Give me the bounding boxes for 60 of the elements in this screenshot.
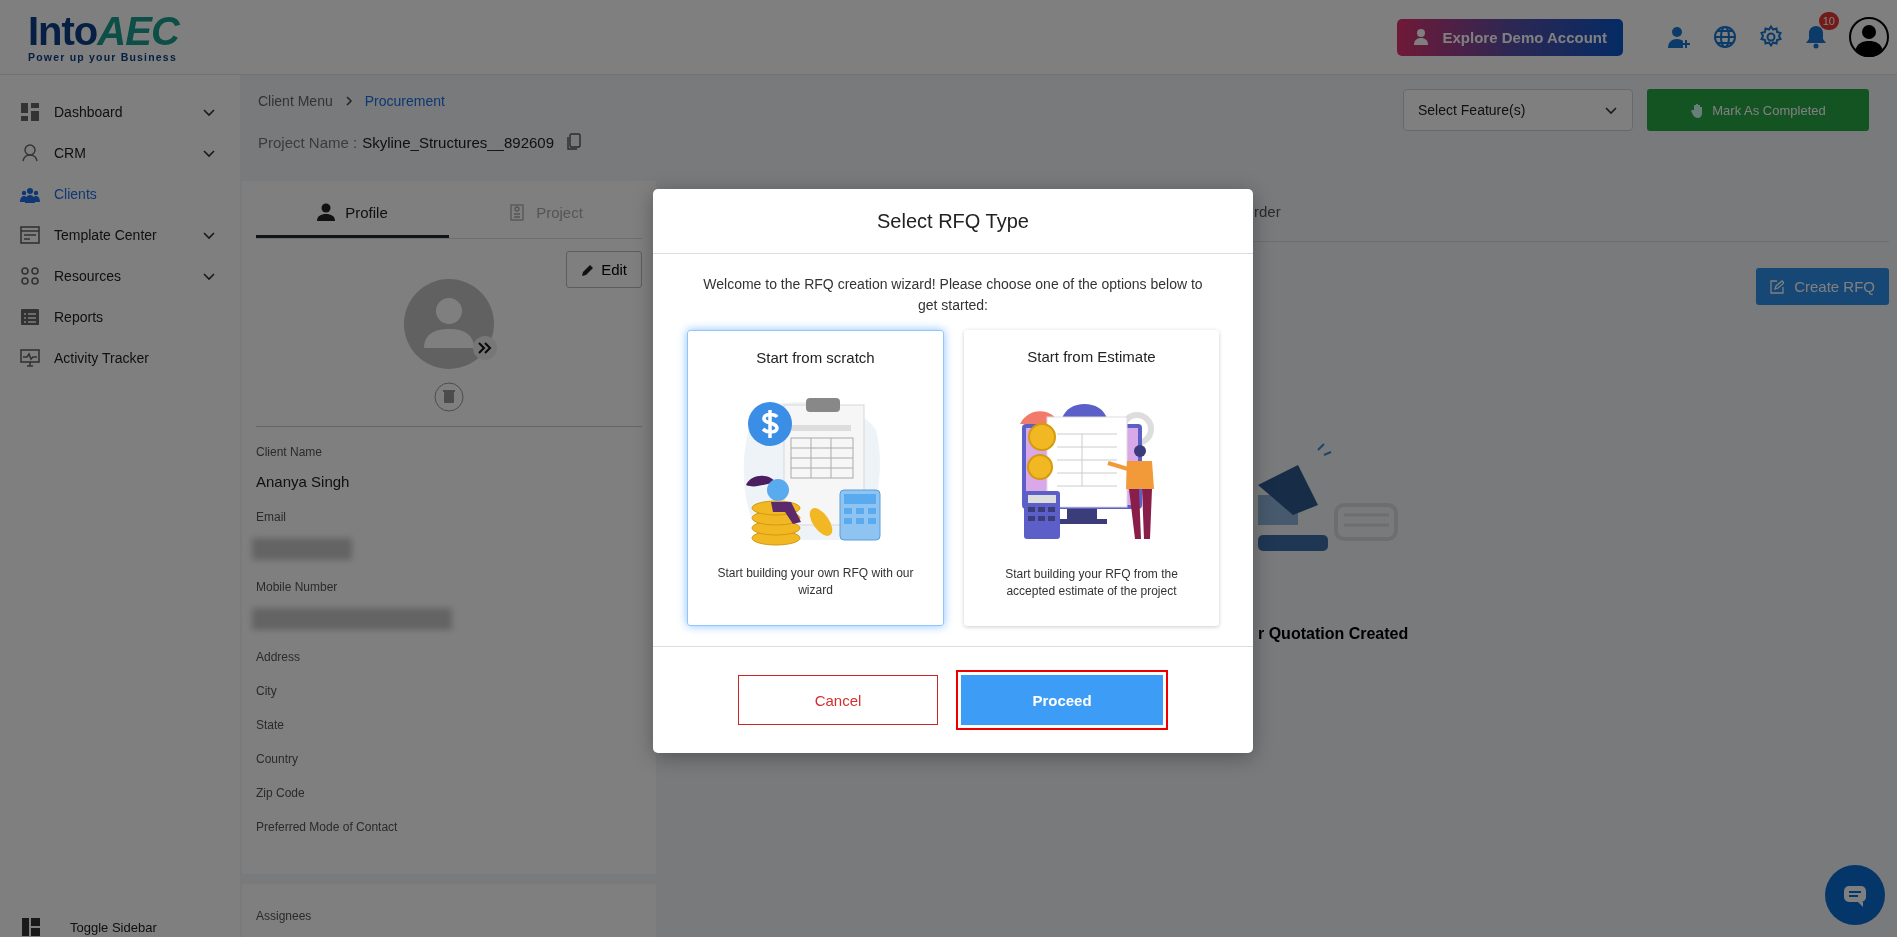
document-icon: [508, 203, 527, 221]
option-card[interactable]: Start from scratch Start building your own RFQ with our wizard: [687, 330, 944, 626]
avatar-placeholder-icon: [403, 278, 495, 370]
field-label: Mobile Number: [256, 580, 339, 594]
notification-badge: 10: [1818, 12, 1839, 30]
logo[interactable]: IntoAEC Power up your Business: [28, 11, 179, 63]
proceed-button[interactable]: Proceed: [956, 670, 1168, 730]
trash-icon[interactable]: [434, 382, 464, 412]
grid-icon: [20, 101, 40, 122]
explore-demo-button[interactable]: Explore Demo Account: [1396, 18, 1623, 56]
field-label: Address: [256, 650, 302, 664]
profile-tab[interactable]: Profile: [256, 189, 449, 238]
field-label: Client Name: [256, 445, 324, 459]
edit-button[interactable]: Edit: [566, 251, 642, 288]
field-label: State: [256, 718, 286, 732]
sidebar-item[interactable]: Template Center: [0, 214, 240, 255]
logo-wordmark: IntoAEC: [28, 11, 179, 51]
copy-icon[interactable]: [565, 133, 581, 151]
breadcrumb-link[interactable]: Procurement: [364, 93, 445, 109]
empty-state-title: r Quotation Created: [1258, 625, 1410, 643]
dialog-title: Select RFQ Type: [877, 209, 1029, 233]
option-card[interactable]: Start from Estimate Start building your RFQ from the accepted estimate of the project: [964, 330, 1219, 626]
field-value: Ananya Singh: [256, 473, 351, 490]
sidebar-item[interactable]: Resources: [0, 255, 240, 296]
sidebar-item[interactable]: Dashboard: [0, 91, 240, 132]
cancel-button[interactable]: Cancel: [738, 675, 938, 725]
add-user-icon[interactable]: [1667, 25, 1691, 49]
breadcrumb-link[interactable]: Client Menu: [258, 93, 333, 109]
template-icon: [20, 224, 40, 245]
user-icon: [1412, 28, 1431, 46]
sidebar-item[interactable]: Reports: [0, 296, 240, 337]
settings-icon[interactable]: [1759, 25, 1783, 49]
project-name-value: Skyline_Structures__892609: [362, 133, 554, 151]
field-label: Assignees: [256, 909, 312, 923]
field-label: Country: [256, 752, 300, 766]
dialog-intro: Welcome to the RFQ creation wizard! Please choose one of the options below to get started:: [702, 275, 1204, 315]
field-label: Zip Code: [256, 786, 306, 800]
create-rfq-button[interactable]: Create RFQ: [1756, 268, 1889, 305]
pencil-icon: [581, 262, 596, 277]
sidebar-item[interactable]: CRM: [0, 132, 240, 173]
feature-select[interactable]: Select Feature(s): [1403, 89, 1633, 131]
field-label: Preferred Mode of Contact: [256, 820, 399, 834]
person-icon: [317, 203, 336, 221]
sidebar-item[interactable]: Clients: [0, 173, 240, 214]
edit-icon: [1770, 279, 1785, 294]
double-chevron-icon[interactable]: [473, 336, 497, 360]
field-label: Email: [256, 510, 287, 524]
logo-tagline: Power up your Business: [28, 51, 177, 63]
monitor-icon: [20, 347, 40, 368]
sidebar-layout-icon: [22, 918, 40, 936]
list-icon: [20, 306, 40, 327]
nodes-icon: [20, 265, 40, 286]
field-label: City: [256, 684, 278, 698]
sidebar-item[interactable]: Activity Tracker: [0, 337, 240, 378]
tab-label[interactable]: rder: [1254, 202, 1281, 220]
bell-icon[interactable]: [1805, 25, 1827, 49]
project-name-label: Project Name :: [258, 133, 358, 151]
avatar-icon[interactable]: [1849, 17, 1889, 57]
chat-icon[interactable]: [1825, 865, 1885, 925]
globe-icon[interactable]: [1713, 25, 1737, 49]
